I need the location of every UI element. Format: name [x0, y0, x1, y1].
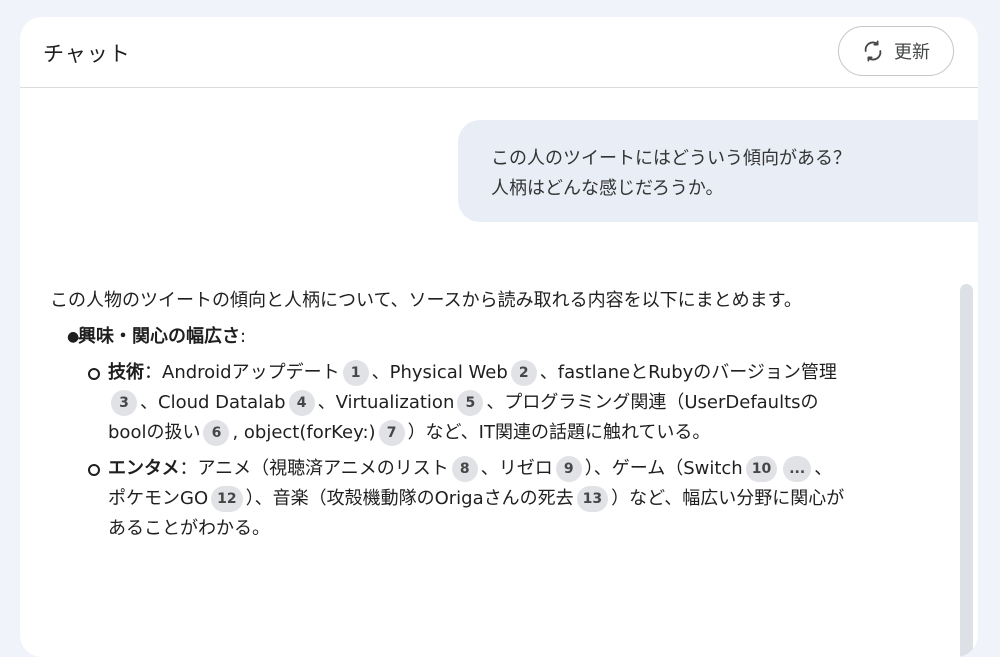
citation-chip[interactable]: 13 [576, 486, 609, 512]
citation-chip[interactable]: 3 [111, 390, 137, 416]
circle-bullet-icon [88, 464, 100, 476]
citation-chip[interactable]: 4 [288, 390, 315, 416]
user-message-bubble: この人のツイートにはどういう傾向がある？ 人柄はどんな感じだろうか。 [458, 120, 978, 222]
citation-chip[interactable]: 12 [211, 486, 243, 512]
sub-list: 技術：Androidアップデート 1 、Physical Web 2 、fastlane… [78, 358, 850, 544]
tech-text: , object(forKey:) [232, 422, 376, 443]
scrollbar-thumb[interactable] [960, 284, 973, 657]
list-item-tech: 技術：Androidアップデート 1 、Physical Web 2 、fastlane… [78, 358, 850, 448]
chat-title: チャット [43, 42, 131, 66]
citation-chip[interactable]: 10 [745, 456, 778, 482]
refresh-label: 更新 [894, 42, 930, 63]
user-message-line: この人のツイートにはどういう傾向がある？ [491, 148, 851, 169]
ent-text: ：アニメ（視聴済アニメのリスト [179, 458, 449, 479]
refresh-icon [862, 40, 884, 62]
ent-text: ）、音楽（攻殻機動隊のOrigaさんの死去 [245, 488, 574, 509]
user-message-line: 人柄はどんな感じだろうか。 [491, 178, 724, 199]
tech-text: ：Androidアップデート [144, 362, 340, 383]
citation-chip[interactable]: 1 [342, 360, 369, 386]
tech-text: 、fastlaneとRubyのバージョン管理 [539, 362, 837, 383]
tech-text: 、Cloud Datalab [140, 392, 286, 413]
list-item-entertainment: エンタメ：アニメ（視聴済アニメのリスト 8 、リゼロ 9 ）、ゲーム（Switch 10.… [78, 454, 850, 544]
citation-chip[interactable]: 5 [457, 390, 484, 416]
citation-chip[interactable]: 9 [555, 456, 582, 482]
tech-text: 、Virtualization [317, 392, 455, 413]
chat-header: チャット 更新 [20, 17, 978, 88]
tech-label: 技術 [108, 362, 144, 383]
ent-text: ）、ゲーム（Switch [584, 458, 743, 479]
tech-text: ）など、IT関連の話題に触れている。 [407, 422, 711, 443]
section-colon: : [240, 326, 247, 347]
circle-bullet-icon [88, 368, 100, 380]
entertainment-label: エンタメ [108, 458, 180, 479]
citation-chip[interactable]: 7 [378, 420, 405, 446]
ent-text: 、リゼロ [480, 458, 553, 479]
bullet-icon: ● [67, 329, 80, 345]
response-list: ● 興味・関心の幅広さ: 技術：Androidアップデート 1 、Physical … [50, 322, 850, 544]
response-intro: この人物のツイートの傾向と人柄について、ソースから読み取れる内容を以下にまとめま… [50, 290, 802, 311]
tech-text: 、Physical Web [371, 362, 508, 383]
list-item: ● 興味・関心の幅広さ: 技術：Androidアップデート 1 、Physical … [50, 322, 850, 544]
assistant-response: この人物のツイートの傾向と人柄について、ソースから読み取れる内容を以下にまとめま… [50, 286, 850, 550]
chat-panel: チャット 更新 この人のツイートにはどういう傾向がある？ 人柄はどんな感じだろう… [20, 17, 978, 657]
section-title: 興味・関心の幅広さ [78, 326, 240, 347]
citation-chip-more[interactable]: ... [783, 456, 812, 482]
refresh-button[interactable]: 更新 [838, 26, 954, 76]
citation-chip[interactable]: 6 [203, 420, 230, 446]
citation-chip[interactable]: 8 [451, 456, 478, 482]
citation-chip[interactable]: 2 [510, 360, 537, 386]
